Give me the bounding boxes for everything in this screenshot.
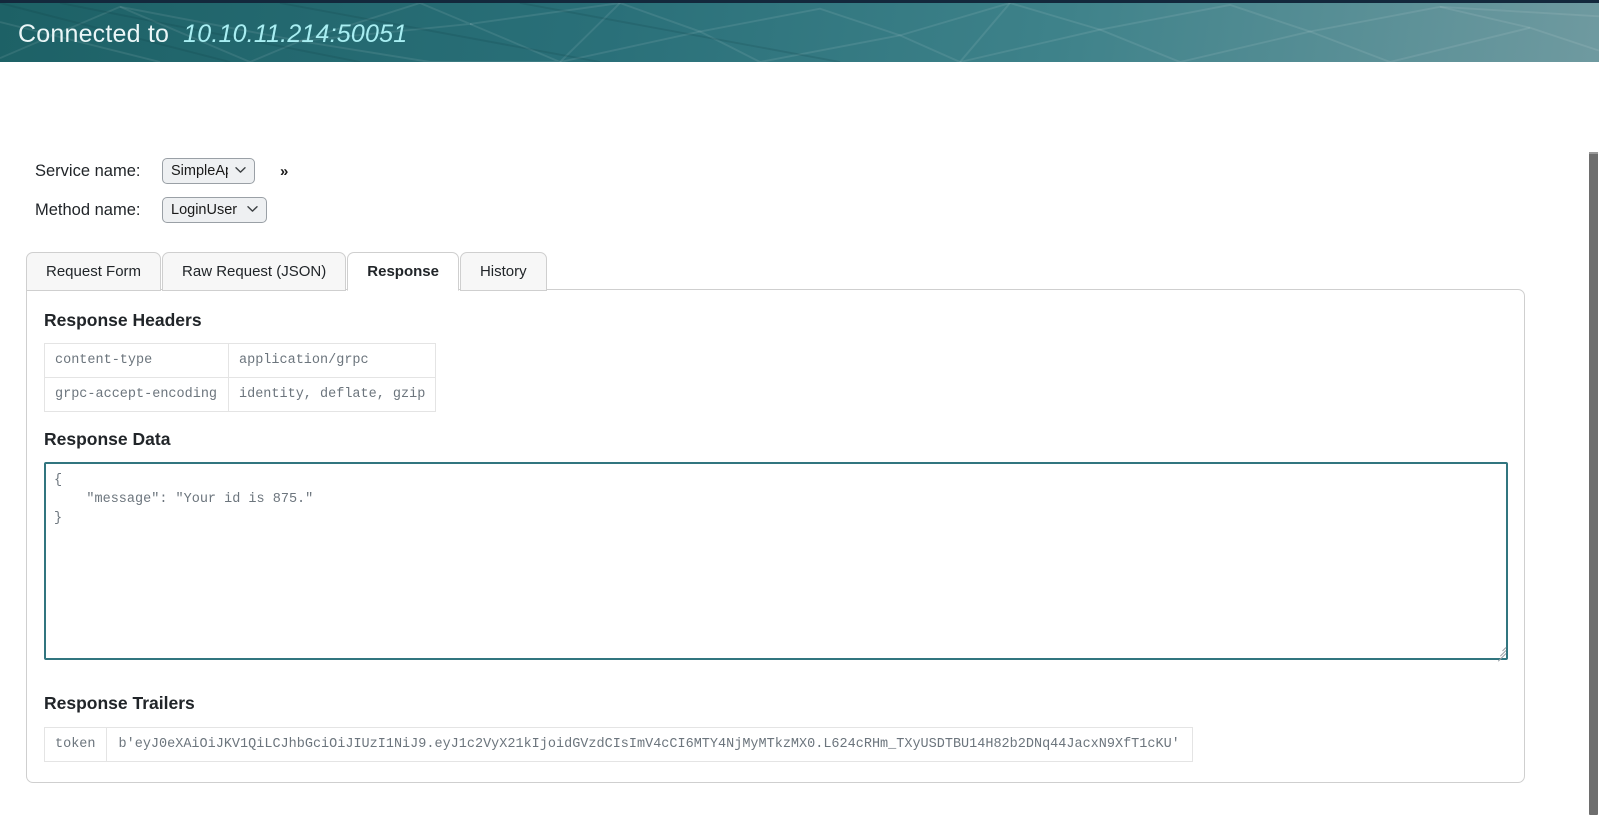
- table-row: grpc-accept-encoding identity, deflate, …: [44, 377, 437, 412]
- banner-server-address: 10.10.11.214:50051: [183, 19, 408, 48]
- tab-history[interactable]: History: [459, 252, 547, 291]
- trailer-key: token: [44, 727, 107, 762]
- service-select-wrap[interactable]: SimpleApp: [162, 158, 255, 184]
- header-key: grpc-accept-encoding: [44, 377, 229, 412]
- trailer-value: b'eyJ0eXAiOiJKV1QiLCJhbGciOiJIUzI1NiJ9.e…: [105, 727, 1193, 762]
- response-headers-table: content-type application/grpc grpc-accep…: [44, 343, 437, 412]
- service-name-row: Service name: SimpleApp »: [35, 158, 288, 184]
- page-scrollbar-thumb[interactable]: [1589, 152, 1598, 815]
- banner-title: Connected to 10.10.11.214:50051: [18, 5, 407, 62]
- method-select-wrap[interactable]: LoginUser: [162, 197, 267, 223]
- response-panel: Response Headers content-type applicatio…: [26, 289, 1525, 783]
- tab-raw-request-json[interactable]: Raw Request (JSON): [162, 252, 347, 291]
- method-name-select[interactable]: LoginUser: [162, 197, 267, 223]
- connection-banner: Connected to 10.10.11.214:50051: [0, 0, 1599, 62]
- table-row: content-type application/grpc: [44, 343, 437, 378]
- response-data-textarea[interactable]: [44, 462, 1508, 660]
- response-headers-title: Response Headers: [44, 310, 202, 330]
- tab-request-form[interactable]: Request Form: [26, 252, 162, 291]
- response-data-title: Response Data: [44, 429, 171, 449]
- table-row: token b'eyJ0eXAiOiJKV1QiLCJhbGciOiJIUzI1…: [44, 727, 1193, 762]
- banner-status-label: Connected to: [18, 19, 170, 48]
- service-name-select[interactable]: SimpleApp: [162, 158, 255, 184]
- expand-more-button[interactable]: »: [280, 163, 288, 180]
- method-name-label: Method name:: [35, 200, 141, 219]
- header-key: content-type: [44, 343, 229, 378]
- header-value: application/grpc: [227, 343, 437, 378]
- tab-bar: Request Form Raw Request (JSON) Response…: [26, 252, 548, 291]
- service-name-label: Service name:: [35, 161, 141, 180]
- method-name-row: Method name: LoginUser: [35, 197, 267, 223]
- response-trailers-table: token b'eyJ0eXAiOiJKV1QiLCJhbGciOiJIUzI1…: [44, 727, 1193, 762]
- page-scrollbar-track[interactable]: [1587, 62, 1599, 815]
- header-value: identity, deflate, gzip: [227, 377, 437, 412]
- tab-response[interactable]: Response: [347, 252, 459, 291]
- response-trailers-title: Response Trailers: [44, 693, 195, 713]
